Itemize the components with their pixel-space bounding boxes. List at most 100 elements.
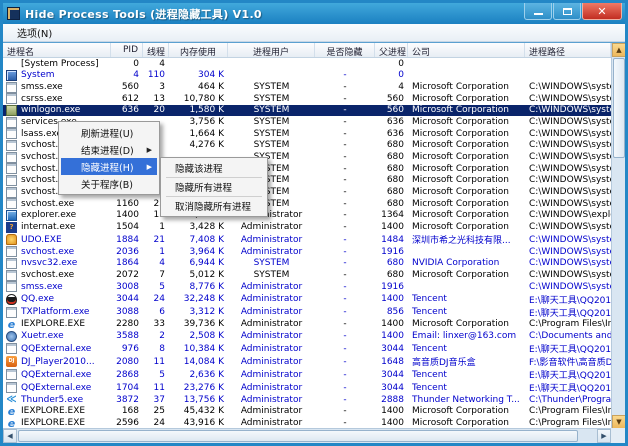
table-row[interactable]: winlogon.exe 636 20 1,580 K SYSTEM - 560… bbox=[3, 104, 611, 117]
process-user: Administrator bbox=[240, 369, 303, 380]
table-row[interactable]: QQExternal.exe 976 8 10,384 K Administra… bbox=[3, 342, 611, 355]
table-row[interactable]: svchost.exe 2072 7 5,012 K SYSTEM - 680 … bbox=[3, 269, 611, 281]
table-row[interactable]: internat.exe 1504 1 3,428 K Administrato… bbox=[3, 221, 611, 233]
app-window-icon bbox=[6, 269, 17, 281]
vertical-scrollbar[interactable]: ▲ ▼ bbox=[611, 43, 625, 429]
app-window-icon bbox=[6, 257, 17, 269]
process-user: Administrator bbox=[240, 343, 303, 354]
process-user: Administrator bbox=[240, 222, 303, 233]
process-hidden: - bbox=[343, 356, 347, 367]
submenu-arrow-icon: ▶ bbox=[146, 162, 152, 171]
app-window-icon bbox=[6, 174, 17, 186]
table-row[interactable]: TXPlatform.exe 3088 6 3,312 K Administra… bbox=[3, 306, 611, 319]
table-row[interactable]: explorer.exe 1400 15 12,112 K Administra… bbox=[3, 209, 611, 222]
process-threads: 21 bbox=[153, 234, 165, 245]
col-header-path[interactable]: 进程路径 bbox=[525, 43, 611, 57]
menu-item-refresh-process[interactable]: 刷新进程(U) bbox=[61, 124, 157, 141]
col-header-hidden[interactable]: 是否隐藏 bbox=[315, 43, 375, 57]
menu-separator bbox=[166, 196, 262, 197]
menu-options[interactable]: 选项(N) bbox=[9, 24, 60, 41]
menu-item-about[interactable]: 关于程序(B) bbox=[61, 175, 157, 192]
maximize-button[interactable] bbox=[553, 3, 581, 20]
process-path: C:\WINDOWS\system32\ bbox=[529, 258, 611, 269]
col-header-company[interactable]: 公司 bbox=[408, 43, 525, 57]
process-parent: 560 bbox=[386, 93, 404, 104]
process-threads: 5 bbox=[159, 281, 165, 292]
horizontal-scroll-thumb[interactable] bbox=[18, 430, 578, 442]
col-header-threads[interactable]: 线程 bbox=[143, 43, 169, 57]
table-row[interactable]: QQExternal.exe 2868 5 2,636 K Administra… bbox=[3, 368, 611, 381]
table-row[interactable]: svchost.exe 2036 1 3,964 K Administrator… bbox=[3, 246, 611, 258]
process-company: Microsoft Corporation bbox=[412, 418, 509, 429]
process-hidden: - bbox=[343, 331, 347, 342]
process-threads: 4 bbox=[159, 258, 165, 269]
table-row[interactable]: QQ.exe 3044 24 32,248 K Administrator - … bbox=[3, 293, 611, 306]
table-row[interactable]: Thunder5.exe 3872 37 13,756 K Administra… bbox=[3, 394, 611, 406]
table-row[interactable]: IEXPLORE.EXE 168 25 45,432 K Administrat… bbox=[3, 406, 611, 418]
process-memory: 23,276 K bbox=[183, 382, 224, 393]
submenu-item-unhide-all-processes[interactable]: 取消隐藏所有进程 bbox=[163, 198, 265, 214]
window-title: Hide Process Tools (进程隐藏工具) V1.0 bbox=[25, 7, 262, 21]
process-pid: 4 bbox=[133, 70, 139, 81]
process-hidden: - bbox=[343, 70, 347, 81]
process-memory: 3,756 K bbox=[189, 117, 224, 128]
col-header-name[interactable]: 进程名 bbox=[3, 43, 111, 57]
app-icon bbox=[7, 7, 20, 20]
process-company: Microsoft Corporation bbox=[412, 319, 509, 330]
scroll-left-icon[interactable]: ◀ bbox=[3, 429, 17, 443]
process-pid: 1400 bbox=[116, 210, 139, 221]
vertical-scroll-thumb[interactable] bbox=[613, 58, 625, 158]
table-row[interactable]: smss.exe 3008 5 8,776 K Administrator - … bbox=[3, 281, 611, 293]
table-row[interactable]: UDO.EXE 1884 21 7,408 K Administrator - … bbox=[3, 233, 611, 246]
process-name: nvsvc32.exe bbox=[21, 258, 78, 269]
process-memory: 2,508 K bbox=[189, 331, 224, 342]
process-path: C:\WINDOWS\system32\ bbox=[529, 198, 611, 209]
process-name: svchost.exe bbox=[21, 270, 75, 281]
table-row[interactable]: svchost.exe 1160 25 SYSTEM - 680 Microso… bbox=[3, 198, 611, 210]
process-parent: 1400 bbox=[381, 222, 404, 233]
process-parent: 680 bbox=[386, 258, 404, 269]
table-row[interactable]: csrss.exe 612 13 10,780 K SYSTEM - 560 M… bbox=[3, 93, 611, 105]
process-hidden: - bbox=[343, 152, 347, 163]
process-parent: 680 bbox=[386, 163, 404, 174]
table-row[interactable]: nvsvc32.exe 1864 4 6,944 K SYSTEM - 680 … bbox=[3, 257, 611, 270]
table-row[interactable]: smss.exe 560 3 464 K SYSTEM - 4 Microsof… bbox=[3, 81, 611, 93]
process-hidden: - bbox=[343, 128, 347, 139]
process-path: C:\WINDOWS\system32\ bbox=[529, 152, 611, 163]
process-parent: 680 bbox=[386, 270, 404, 281]
process-memory: 464 K bbox=[198, 82, 224, 93]
process-threads: 7 bbox=[159, 270, 165, 281]
menu-item-kill-process[interactable]: 结束进程(D) ▶ bbox=[61, 141, 157, 158]
table-row[interactable]: System 4 110 304 K - 0 bbox=[3, 69, 611, 82]
process-path: E:\聊天工具\QQ2012\ bbox=[529, 371, 611, 381]
minimize-button[interactable] bbox=[524, 3, 552, 20]
process-pid: 2080 bbox=[116, 356, 139, 367]
scroll-right-icon[interactable]: ▶ bbox=[597, 429, 611, 443]
scroll-down-icon[interactable]: ▼ bbox=[612, 415, 625, 429]
titlebar[interactable]: Hide Process Tools (进程隐藏工具) V1.0 ✕ bbox=[3, 3, 625, 24]
horizontal-scrollbar[interactable]: ◀ ▶ bbox=[3, 428, 611, 443]
menu-item-hide-process[interactable]: 隐藏进程(H) ▶ bbox=[61, 158, 157, 175]
process-parent: 1916 bbox=[381, 281, 404, 292]
process-threads: 1 bbox=[159, 246, 165, 257]
table-row[interactable]: QQExternal.exe 1704 11 23,276 K Administ… bbox=[3, 381, 611, 394]
process-memory: 2,636 K bbox=[189, 369, 224, 380]
col-header-user[interactable]: 进程用户 bbox=[228, 43, 315, 57]
process-memory: 6,944 K bbox=[189, 258, 224, 269]
process-hidden: - bbox=[343, 319, 347, 330]
scroll-up-icon[interactable]: ▲ bbox=[612, 43, 625, 57]
col-header-pid[interactable]: PID bbox=[111, 43, 143, 57]
col-header-parent[interactable]: 父进程 bbox=[375, 43, 408, 57]
process-path: E:\聊天工具\QQ2013\ bbox=[529, 308, 611, 319]
col-header-memory[interactable]: 内存使用 bbox=[169, 43, 228, 57]
table-row[interactable]: [System Process] 0 4 0 bbox=[3, 58, 611, 70]
submenu-item-hide-all-processes[interactable]: 隐藏所有进程 bbox=[163, 179, 265, 195]
process-memory: 5,012 K bbox=[189, 270, 224, 281]
table-row[interactable]: IEXPLORE.EXE 2280 33 39,736 K Administra… bbox=[3, 319, 611, 331]
process-name: QQExternal.exe bbox=[21, 343, 92, 354]
table-row[interactable]: DJ_Player2010... 2080 11 14,084 K Admini… bbox=[3, 355, 611, 368]
submenu-item-hide-this-process[interactable]: 隐藏该进程 bbox=[163, 160, 265, 176]
table-row[interactable]: Xuetr.exe 3588 2 2,508 K Administrator -… bbox=[3, 330, 611, 342]
close-button[interactable]: ✕ bbox=[582, 3, 622, 20]
app-window-icon bbox=[6, 281, 17, 293]
